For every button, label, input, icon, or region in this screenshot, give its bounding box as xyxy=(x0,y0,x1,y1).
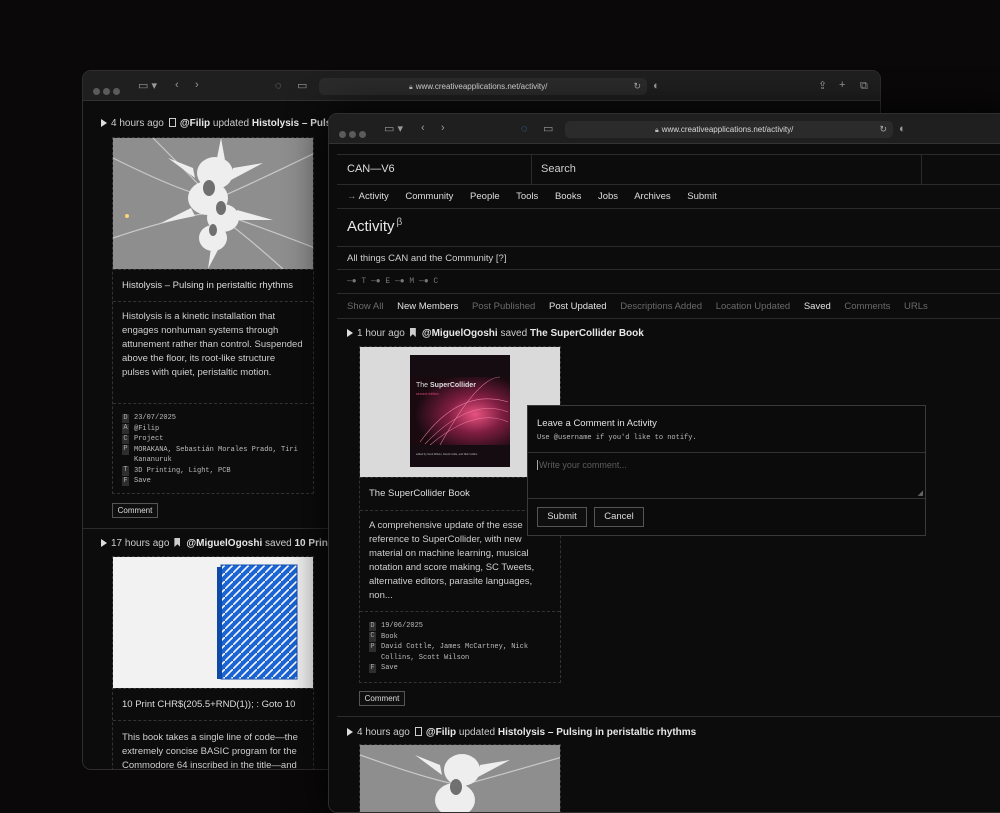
card-metadata: D 23/07/2025 A @Filip C Project P MORAKANA, … xyxy=(122,413,298,487)
nav-submit[interactable]: Submit xyxy=(687,191,717,202)
back-icon[interactable]: ‹ xyxy=(175,79,179,91)
arrow-right-icon: → xyxy=(347,191,359,202)
document-icon xyxy=(168,118,176,127)
cover-title: The SuperCollider xyxy=(416,382,476,389)
filter-post-published[interactable]: Post Published xyxy=(472,301,535,312)
sidebar-icon[interactable]: ▭ ▾ xyxy=(138,80,157,92)
site-logo[interactable]: CAN—V6 xyxy=(347,163,395,175)
lock-icon: 🔒︎ xyxy=(409,84,413,91)
cover-authors: edited by Scott Wilson, David Cottle, an… xyxy=(416,452,478,456)
nav-archives[interactable]: Archives xyxy=(634,191,670,202)
comment-textarea[interactable]: Write your comment... ◢ xyxy=(528,452,925,499)
search-input[interactable]: Search xyxy=(532,154,922,184)
reader-icon[interactable]: ▭ xyxy=(297,80,307,92)
window-controls[interactable] xyxy=(339,125,369,143)
filter-show-all[interactable]: Show All xyxy=(347,301,383,312)
lock-icon: 🔒︎ xyxy=(655,127,659,134)
card-description: A comprehensive update of the esse refer… xyxy=(369,520,535,601)
filter-comments[interactable]: Comments xyxy=(844,301,890,312)
cancel-button[interactable]: Cancel xyxy=(594,507,644,527)
forward-icon[interactable]: › xyxy=(441,122,445,134)
user-link[interactable]: @Filip xyxy=(426,727,456,738)
browser-toolbar: ▭ ▾ ‹ › ◌ ▭ 🔒︎ www.creativeapplications.n… xyxy=(329,114,1000,144)
bookmark-icon xyxy=(409,328,416,337)
expand-icon[interactable] xyxy=(347,329,353,337)
filter-location-updated[interactable]: Location Updated xyxy=(716,301,790,312)
comment-button[interactable]: Comment xyxy=(359,691,405,706)
rss-icon[interactable]: ◌ xyxy=(275,80,282,92)
filter-post-updated[interactable]: Post Updated xyxy=(549,301,607,312)
back-icon[interactable]: ‹ xyxy=(421,122,425,134)
browser-toolbar: ▭ ▾ ‹ › ◌ ▭ 🔒︎ www.creativeapplications.n… xyxy=(83,71,880,101)
dialog-hint: Use @username if you'd like to notify. xyxy=(537,434,697,442)
expand-icon[interactable] xyxy=(347,728,353,736)
nav-books[interactable]: Books xyxy=(555,191,581,202)
submit-button[interactable]: Submit xyxy=(537,507,587,527)
filter-descriptions-added[interactable]: Descriptions Added xyxy=(620,301,702,312)
front-browser-window: ▭ ▾ ‹ › ◌ ▭ 🔒︎ www.creativeapplications.n… xyxy=(328,113,1000,813)
card-metadata: D 19/06/2025 C Book P David Cottle, James M… xyxy=(369,621,529,674)
activity-item-header: 17 hours ago @MiguelOgoshi saved 10 Print… xyxy=(101,538,341,549)
cover-subtitle: second edition xyxy=(416,392,439,396)
activity-item-header: 1 hour ago @MiguelOgoshi saved The SuperC… xyxy=(347,328,644,339)
page-subtitle: All things CAN and the Community [?] xyxy=(347,253,507,264)
activity-card: Histolysis – Pulsing in peristaltic rhyt… xyxy=(112,137,314,494)
save-link[interactable]: Save xyxy=(381,663,398,674)
save-link[interactable]: Save xyxy=(134,476,151,487)
user-link[interactable]: @MiguelOgoshi xyxy=(186,538,262,549)
forward-icon[interactable]: › xyxy=(195,79,199,91)
main-nav: → Activity Community People Tools Books … xyxy=(347,191,731,202)
card-title[interactable]: 10 Print CHR$(205.5+RND(1)); : Goto 10 xyxy=(122,699,295,710)
histolysis-image[interactable] xyxy=(113,138,313,269)
comment-dialog: Leave a Comment in Activity Use @usernam… xyxy=(527,405,926,536)
timeline-scale[interactable]: —● T —● E —● M —● C xyxy=(347,277,438,286)
card-title[interactable]: The SuperCollider Book xyxy=(369,488,470,499)
tabs-overview-icon[interactable]: ⧉ xyxy=(860,80,868,92)
activity-card: 10 Print CHR$(205.5+RND(1)); : Goto 10 T… xyxy=(112,556,314,770)
expand-icon[interactable] xyxy=(101,119,107,127)
filter-new-members[interactable]: New Members xyxy=(397,301,458,312)
user-link[interactable]: @MiguelOgoshi xyxy=(422,328,498,339)
page-title: Activity β xyxy=(347,217,403,235)
10-print-book-image[interactable] xyxy=(113,557,313,688)
page-content: CAN—V6 Search → Activity Community Peopl… xyxy=(329,145,1000,812)
card-title[interactable]: Histolysis – Pulsing in peristaltic rhyt… xyxy=(122,280,293,291)
activity-card xyxy=(359,744,561,812)
dialog-title: Leave a Comment in Activity xyxy=(537,418,657,429)
bookmark-icon xyxy=(174,538,181,547)
nav-tools[interactable]: Tools xyxy=(516,191,538,202)
shield-icon[interactable]: ◐ xyxy=(899,123,906,135)
expand-icon[interactable] xyxy=(101,539,107,547)
post-link[interactable]: The SuperCollider Book xyxy=(530,328,644,339)
sidebar-icon[interactable]: ▭ ▾ xyxy=(384,123,403,135)
nav-activity[interactable]: → Activity xyxy=(347,191,389,202)
activity-filters: Show All New Members Post Published Post… xyxy=(347,301,939,312)
card-description: This book takes a single line of code—th… xyxy=(122,732,298,770)
reload-icon[interactable]: ↻ xyxy=(879,121,887,138)
document-icon xyxy=(414,727,422,736)
reload-icon[interactable]: ↻ xyxy=(633,78,641,95)
nav-people[interactable]: People xyxy=(470,191,500,202)
nav-community[interactable]: Community xyxy=(405,191,453,202)
resize-handle-icon[interactable]: ◢ xyxy=(918,489,923,497)
histolysis-image[interactable] xyxy=(360,745,560,812)
share-icon[interactable]: ⇪ xyxy=(818,80,827,92)
card-description: Histolysis is a kinetic installation tha… xyxy=(122,311,303,378)
user-link[interactable]: @Filip xyxy=(180,118,210,129)
address-bar[interactable]: 🔒︎ www.creativeapplications.net/activity/… xyxy=(319,78,647,95)
activity-item-header: 4 hours ago@Filip updated Histolysis – P… xyxy=(347,727,696,738)
new-tab-icon[interactable]: + xyxy=(839,79,845,91)
shield-icon[interactable]: ◐ xyxy=(653,80,660,92)
logo-cell: CAN—V6 xyxy=(337,154,532,184)
filter-saved[interactable]: Saved xyxy=(804,301,831,312)
comment-button[interactable]: Comment xyxy=(112,503,158,518)
filter-urls[interactable]: URLs xyxy=(904,301,928,312)
post-link[interactable]: Histolysis – Pulsing in peristaltic rhyt… xyxy=(498,727,696,738)
address-bar[interactable]: 🔒︎ www.creativeapplications.net/activity/… xyxy=(565,121,893,138)
beta-badge: β xyxy=(396,217,403,228)
reader-icon[interactable]: ▭ xyxy=(543,123,553,135)
window-controls[interactable] xyxy=(93,82,123,100)
rss-icon[interactable]: ◌ xyxy=(521,123,528,135)
nav-jobs[interactable]: Jobs xyxy=(598,191,618,202)
